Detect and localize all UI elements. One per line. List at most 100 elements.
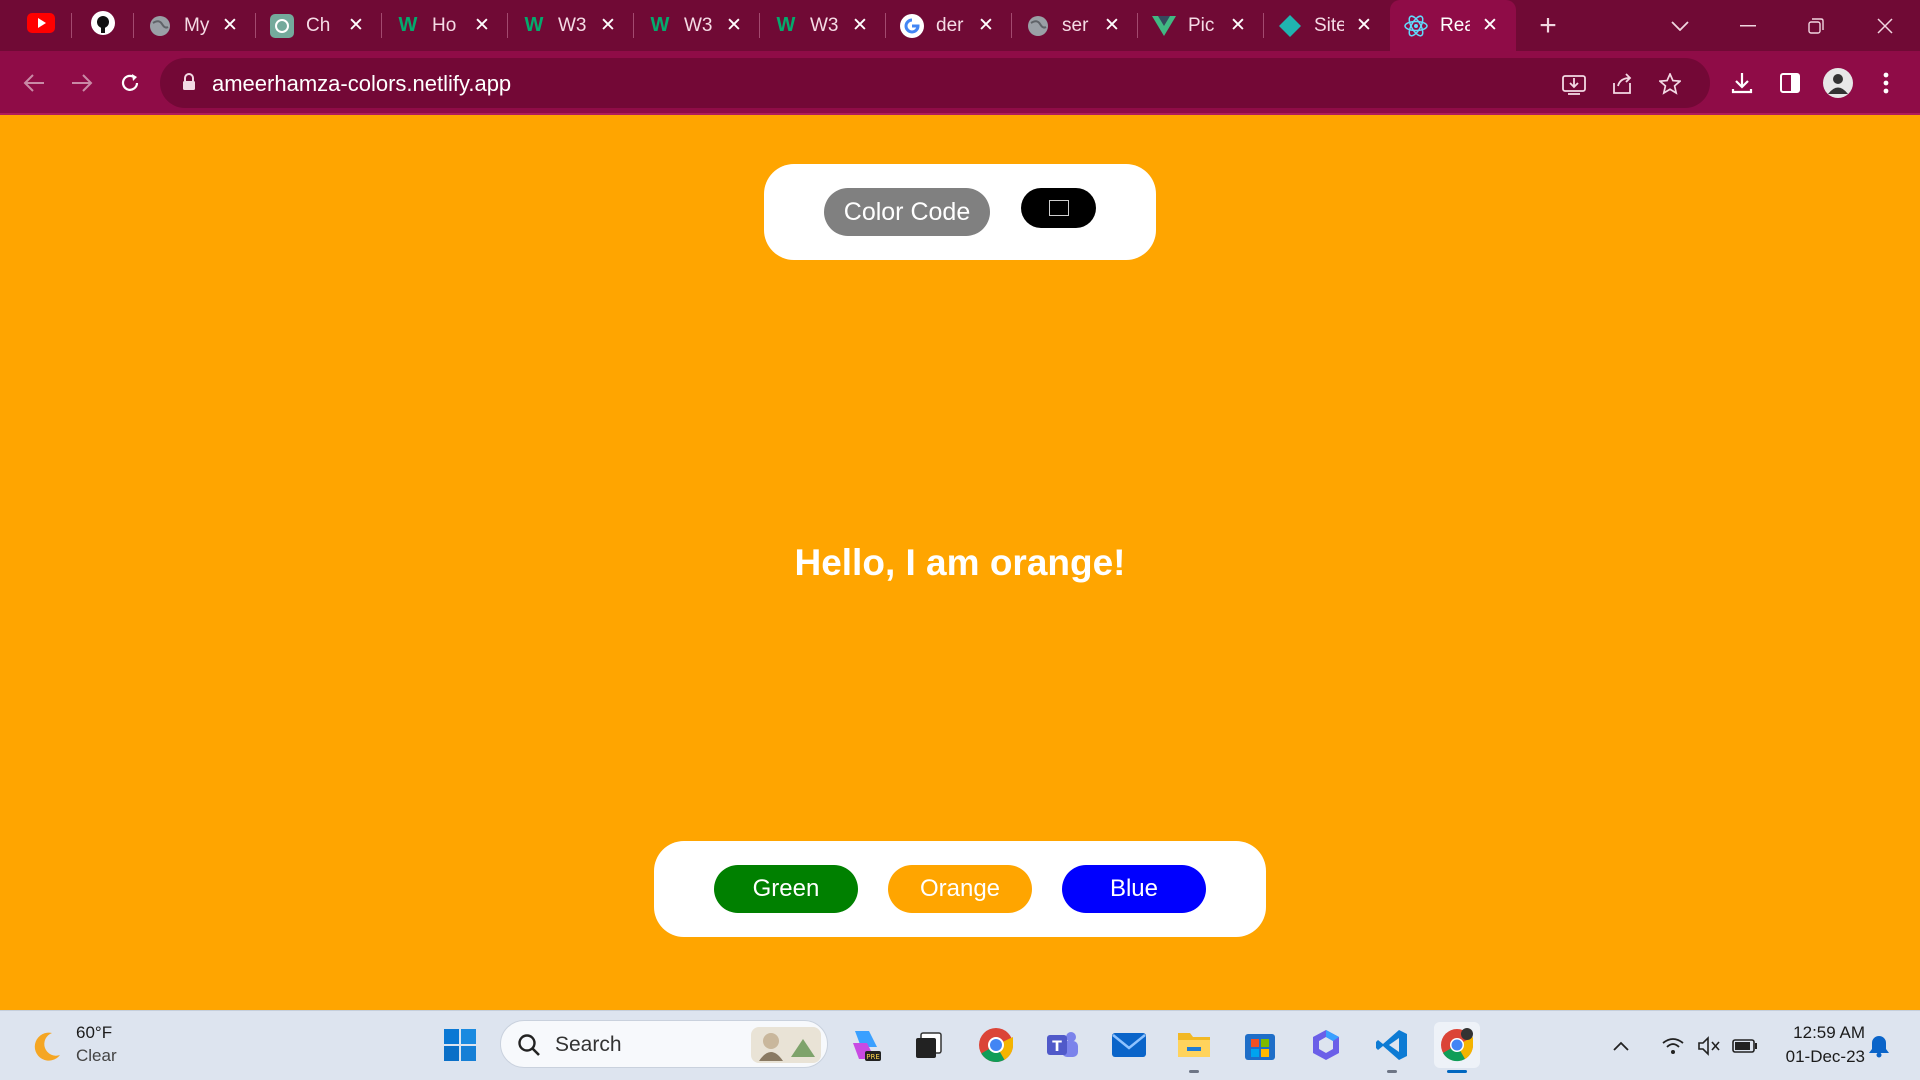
vscode-icon[interactable]	[1369, 1022, 1415, 1073]
side-panel-icon[interactable]	[1772, 65, 1808, 101]
restore-icon[interactable]	[1793, 0, 1839, 51]
chrome-profile-icon[interactable]	[1434, 1022, 1480, 1073]
reload-icon[interactable]	[110, 63, 150, 103]
battery-icon[interactable]	[1732, 1033, 1758, 1059]
store-icon[interactable]	[1237, 1022, 1283, 1068]
install-app-icon[interactable]	[1560, 70, 1588, 98]
taskbar-search-box[interactable]: Search	[500, 1020, 828, 1068]
color-input[interactable]	[1021, 188, 1096, 228]
w3schools-icon: W	[650, 14, 670, 36]
color-buttons-panel: Green Orange Blue	[654, 841, 1266, 937]
active-indicator	[1447, 1070, 1467, 1073]
green-button[interactable]: Green	[714, 865, 858, 913]
close-icon[interactable]: ✕	[724, 14, 744, 37]
profile-avatar-icon[interactable]	[1820, 65, 1856, 101]
tab-4[interactable]: W Ho ✕	[382, 0, 508, 51]
tab-title: Ho	[432, 14, 457, 36]
taskbar-clock[interactable]: 12:59 AM 01-Dec-23	[1765, 1021, 1865, 1069]
youtube-icon	[27, 13, 55, 38]
tab-title: W3	[684, 14, 713, 36]
address-bar[interactable]: ameerhamza-colors.netlify.app	[160, 58, 1710, 108]
tab-title: My	[184, 14, 210, 36]
task-view-icon[interactable]	[906, 1022, 952, 1068]
running-indicator	[1387, 1070, 1397, 1073]
tab-6[interactable]: W W3 ✕	[634, 0, 760, 51]
back-arrow-icon[interactable]	[14, 63, 54, 103]
window-close-icon[interactable]	[1862, 0, 1908, 51]
tab-title: Ch	[306, 14, 331, 36]
tab-9[interactable]: ser ✕	[1012, 0, 1138, 51]
svg-text:PRE: PRE	[866, 1053, 880, 1061]
orange-button[interactable]: Orange	[888, 865, 1032, 913]
close-icon[interactable]: ✕	[220, 14, 240, 37]
wifi-icon[interactable]	[1660, 1033, 1686, 1059]
start-windows-icon[interactable]	[437, 1022, 483, 1068]
tab-11[interactable]: Site ✕	[1264, 0, 1390, 51]
color-code-button[interactable]: Color Code	[824, 188, 990, 236]
teams-icon[interactable]: T	[1039, 1022, 1085, 1068]
new-tab-plus-icon[interactable]: +	[1528, 0, 1568, 51]
tab-10[interactable]: Pic ✕	[1138, 0, 1264, 51]
close-icon[interactable]: ✕	[1480, 14, 1500, 37]
vue-icon	[1152, 14, 1176, 38]
volume-muted-icon[interactable]	[1696, 1033, 1722, 1059]
tab-3[interactable]: Ch ✕	[256, 0, 382, 51]
bookmark-star-icon[interactable]	[1656, 70, 1684, 98]
tab-title: W3	[558, 14, 587, 36]
close-icon[interactable]: ✕	[598, 14, 618, 37]
greeting-heading: Hello, I am orange!	[794, 542, 1126, 583]
chevron-up-icon[interactable]	[1608, 1033, 1634, 1059]
search-highlight-image-icon	[751, 1027, 821, 1068]
tab-youtube[interactable]	[10, 0, 72, 51]
share-icon[interactable]	[1608, 70, 1636, 98]
weather-widget[interactable]: 60°F Clear	[26, 1021, 166, 1071]
tab-title: Pic	[1188, 14, 1215, 36]
close-icon[interactable]: ✕	[850, 14, 870, 37]
microsoft365-icon[interactable]	[1303, 1022, 1349, 1068]
close-icon[interactable]: ✕	[472, 14, 492, 37]
close-icon[interactable]: ✕	[976, 14, 996, 37]
lock-icon[interactable]	[182, 73, 196, 96]
tab-title: ser	[1062, 14, 1089, 36]
netlify-icon	[1278, 14, 1302, 38]
tab-github[interactable]	[72, 0, 134, 51]
chrome-icon[interactable]	[973, 1022, 1019, 1068]
close-icon[interactable]: ✕	[1354, 14, 1374, 37]
w3schools-icon: W	[398, 14, 418, 36]
tab-title: Rea	[1440, 14, 1470, 36]
github-icon	[90, 10, 116, 41]
page-content: Color Code Hello, I am orange! Green Ora…	[0, 117, 1920, 1010]
svg-text:T: T	[1052, 1039, 1062, 1055]
tab-8[interactable]: der ✕	[886, 0, 1012, 51]
tab-7[interactable]: W W3 ✕	[760, 0, 886, 51]
weather-condition: Clear	[76, 1046, 117, 1065]
windows-taskbar: 60°F Clear Search PRE T 12:59 AM 01-Dec-…	[0, 1010, 1920, 1080]
clock-date: 01-Dec-23	[1785, 1047, 1865, 1066]
tab-5[interactable]: W W3 ✕	[508, 0, 634, 51]
browser-toolbar: ameerhamza-colors.netlify.app	[0, 51, 1920, 115]
moon-icon	[28, 1029, 64, 1070]
mail-icon[interactable]	[1106, 1022, 1152, 1068]
clock-time: 12:59 AM	[1793, 1023, 1865, 1042]
tab-search-chevron-icon[interactable]	[1660, 0, 1700, 51]
minimize-icon[interactable]	[1725, 0, 1771, 51]
chatgpt-icon	[270, 13, 294, 38]
downloads-icon[interactable]	[1724, 65, 1760, 101]
menu-kebab-icon[interactable]	[1868, 65, 1904, 101]
globe-icon	[148, 14, 172, 38]
google-icon	[900, 13, 924, 38]
forward-arrow-icon[interactable]	[62, 63, 102, 103]
tab-title: W3	[810, 14, 839, 36]
close-icon[interactable]: ✕	[1228, 14, 1248, 37]
notification-bell-icon[interactable]	[1866, 1033, 1892, 1059]
close-icon[interactable]: ✕	[1102, 14, 1122, 37]
url-text: ameerhamza-colors.netlify.app	[212, 71, 512, 96]
close-icon[interactable]: ✕	[346, 14, 366, 37]
file-explorer-icon[interactable]	[1171, 1022, 1217, 1073]
copilot-icon[interactable]: PRE	[842, 1022, 888, 1068]
tab-active[interactable]: Rea ✕	[1390, 0, 1516, 51]
tab-2[interactable]: My ✕	[134, 0, 256, 51]
browser-tab-strip: My ✕ Ch ✕ W Ho ✕ W W3 ✕ W W3 ✕ W W3 ✕ de…	[0, 0, 1920, 51]
blue-button[interactable]: Blue	[1062, 865, 1206, 913]
color-swatch	[1048, 200, 1069, 216]
